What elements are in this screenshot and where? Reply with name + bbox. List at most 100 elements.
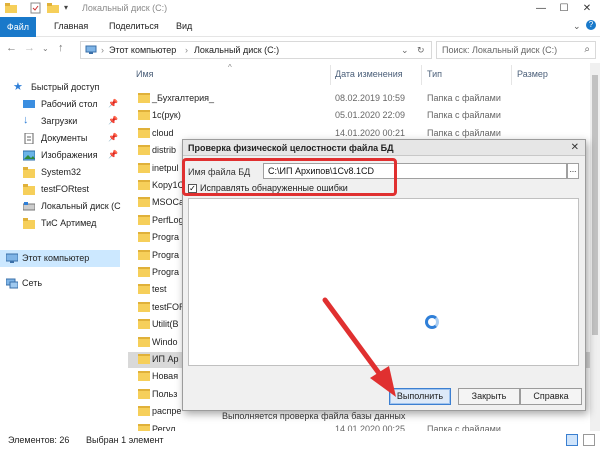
folder-icon [138, 284, 150, 295]
vertical-scrollbar[interactable] [590, 63, 600, 431]
progress-status-text: Выполняется проверка файла базы данных [222, 411, 406, 421]
annotation-highlight-box [182, 158, 397, 196]
column-header-date[interactable]: Дата изменения [335, 69, 403, 79]
dialog-close-icon[interactable]: ✕ [571, 142, 579, 153]
dialog-title: Проверка физической целостности файла БД [188, 143, 394, 153]
file-name: distrib [152, 145, 177, 156]
help-button[interactable]: Справка [520, 388, 582, 405]
file-name: Progra [152, 232, 180, 243]
computer-icon [6, 253, 18, 263]
browse-button[interactable]: ... [567, 163, 579, 179]
tab-view[interactable]: Вид [176, 21, 192, 31]
new-folder-icon[interactable] [46, 2, 60, 14]
file-name: 1с(рук) [152, 110, 181, 121]
pin-icon[interactable]: 📌 [108, 150, 118, 159]
pin-icon[interactable]: 📌 [108, 133, 118, 142]
navigation-pane: ★ Быстрый доступ Рабочий стол 📌 ↓ Загруз… [0, 63, 128, 431]
column-header-name[interactable]: Имя [136, 69, 154, 79]
minimize-button[interactable]: — [530, 0, 552, 17]
folder-icon [138, 301, 150, 312]
tab-file[interactable]: Файл [0, 17, 36, 37]
column-separator[interactable] [421, 65, 422, 85]
status-bar: Элементов: 26 Выбран 1 элемент [0, 431, 600, 450]
computer-icon [85, 45, 97, 54]
table-row[interactable]: 1с(рук) 05.01.2020 22:09 Папка с файлами [128, 108, 600, 124]
file-name: ИП Ар [152, 354, 179, 364]
file-name: Progra [152, 249, 180, 260]
file-name: cloud [152, 127, 174, 138]
refresh-icon[interactable]: ↻ [417, 45, 425, 56]
close-window-button[interactable]: ✕ [576, 0, 598, 17]
up-arrow-icon[interactable]: ↑ [58, 42, 64, 54]
file-type: Папка с файлами [427, 93, 501, 103]
nav-this-pc[interactable]: Этот компьютер [0, 250, 120, 267]
address-bar[interactable]: › Этот компьютер › Локальный диск (C:) ⌄… [80, 41, 432, 59]
scrollbar-thumb[interactable] [592, 75, 598, 335]
nav-local-disk[interactable]: Локальный диск (C [0, 198, 128, 215]
column-header-type[interactable]: Тип [427, 69, 442, 79]
file-date: 14.01.2020 00:21 [335, 127, 406, 138]
tab-share[interactable]: Поделиться [109, 21, 159, 31]
column-header-size[interactable]: Размер [517, 69, 548, 79]
file-name: MSOCa [152, 197, 185, 208]
nav-network[interactable]: Сеть [0, 275, 128, 292]
folder-icon [138, 232, 150, 243]
star-icon: ★ [13, 81, 23, 93]
breadcrumb-local-disk[interactable]: Локальный диск (C:) [194, 45, 279, 55]
folder-icon [138, 180, 150, 190]
close-button[interactable]: Закрыть [458, 388, 520, 405]
address-dropdown-icon[interactable]: ⌄ [401, 45, 409, 56]
run-button[interactable]: Выполнить [389, 388, 451, 405]
file-name: распре [152, 406, 182, 417]
file-name: Польз [152, 388, 178, 399]
details-view-icon[interactable] [566, 434, 578, 446]
folder-icon [138, 162, 150, 173]
column-separator[interactable] [511, 65, 512, 85]
folder-icon [138, 145, 150, 156]
nav-pictures[interactable]: Изображения 📌 [0, 147, 128, 164]
breadcrumb-this-pc[interactable]: Этот компьютер [109, 45, 176, 55]
column-separator[interactable] [330, 65, 331, 85]
properties-icon[interactable] [30, 2, 42, 14]
search-icon: ⌕ [584, 44, 590, 55]
pictures-icon [23, 150, 35, 161]
nav-downloads[interactable]: ↓ Загрузки 📌 [0, 113, 128, 130]
nav-tis-artimed[interactable]: ТиС Артимед [0, 215, 128, 232]
folder-icon [138, 371, 150, 382]
folder-icon [138, 406, 150, 417]
pin-icon[interactable]: 📌 [108, 99, 118, 108]
nav-quick-access[interactable]: ★ Быстрый доступ [0, 79, 118, 96]
folder-icon [138, 197, 150, 208]
folder-icon [138, 319, 150, 330]
tab-home[interactable]: Главная [54, 21, 88, 31]
file-date: 05.01.2020 22:09 [335, 110, 406, 121]
folder-icon [138, 249, 150, 260]
address-row: ← → ⌄ ↑ › Этот компьютер › Локальный дис… [0, 37, 600, 63]
quick-access-dropdown-icon[interactable]: ▾ [64, 3, 68, 15]
recent-dropdown-icon[interactable]: ⌄ [42, 44, 49, 53]
nav-testfortest[interactable]: testFORtest [0, 181, 128, 198]
back-arrow-icon[interactable]: ← [6, 42, 17, 54]
help-icon[interactable]: ? [586, 20, 596, 30]
desktop-icon [23, 100, 35, 108]
folder-icon [138, 388, 150, 399]
pin-icon[interactable]: 📌 [108, 116, 118, 125]
file-name: testFOR [152, 301, 186, 312]
breadcrumb-separator-icon: › [101, 45, 104, 55]
documents-icon [24, 133, 34, 144]
window-title: Локальный диск (C:) [82, 3, 168, 13]
search-input[interactable]: Поиск: Локальный диск (C:) ⌕ [436, 41, 596, 59]
table-row[interactable]: _Бухгалтерия_ 08.02.2019 10:59 Папка с фай… [128, 91, 600, 107]
large-icons-view-icon[interactable] [583, 434, 595, 446]
forward-arrow-icon[interactable]: → [24, 42, 35, 54]
folder-icon [138, 214, 150, 225]
loading-spinner-icon [425, 315, 439, 329]
nav-desktop[interactable]: Рабочий стол 📌 [0, 96, 128, 113]
network-icon [6, 278, 18, 289]
progress-area: Выполняется проверка файла базы данных [188, 198, 579, 421]
dialog-titlebar[interactable]: Проверка физической целостности файла БД… [183, 140, 585, 156]
ribbon-expand-icon[interactable]: ⌄ [573, 21, 581, 32]
nav-documents[interactable]: Документы 📌 [0, 130, 128, 147]
maximize-button[interactable]: ☐ [553, 0, 575, 17]
nav-system32[interactable]: System32 [0, 164, 128, 181]
